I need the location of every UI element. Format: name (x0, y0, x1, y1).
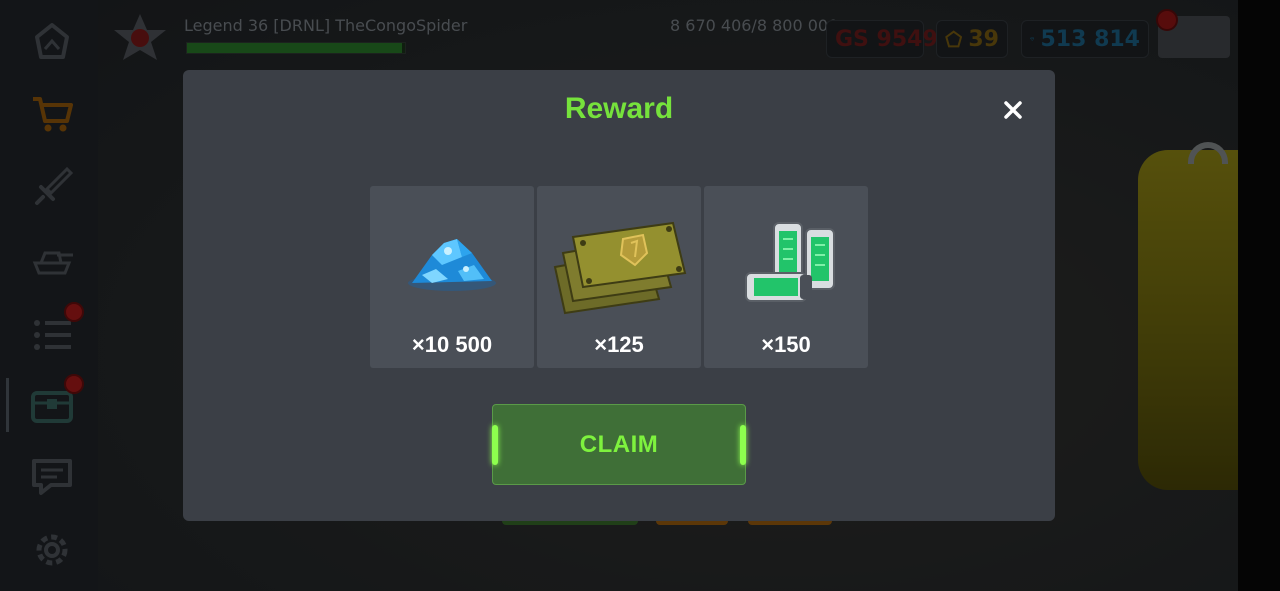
close-icon (1004, 101, 1022, 119)
reward-card-gems[interactable]: ×10 500 (370, 186, 534, 368)
battery-cells-icon (745, 222, 835, 302)
reward-dialog: Reward ×10 500 ×125 ×150 CLAIM (183, 70, 1055, 521)
gems-pile-icon (408, 239, 496, 291)
armor-plates-icon (553, 221, 687, 315)
close-button[interactable] (995, 92, 1031, 128)
reward-amount: ×125 (594, 332, 644, 357)
dialog-title: Reward (564, 92, 674, 125)
claim-button[interactable]: CLAIM (492, 404, 746, 485)
reward-icon-wrap (537, 200, 701, 330)
reward-amount: ×10 500 (411, 332, 493, 357)
reward-icon-wrap (704, 200, 868, 330)
reward-icon-wrap (370, 200, 534, 330)
claim-label: CLAIM (579, 430, 659, 458)
claim-glow-left (492, 425, 498, 465)
reward-card-battery-cells[interactable]: ×150 (704, 186, 868, 368)
reward-amount: ×150 (761, 332, 811, 357)
reward-card-armor-plates[interactable]: ×125 (537, 186, 701, 368)
claim-glow-right (740, 425, 746, 465)
